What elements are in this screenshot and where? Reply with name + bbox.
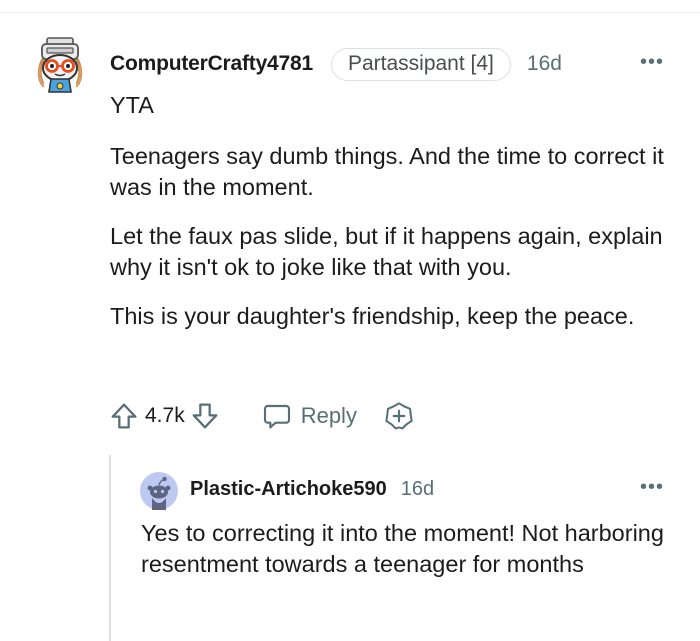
- user-flair: Partassipant [4]: [330, 47, 511, 81]
- comment-actions: 4.7k Reply: [108, 398, 415, 434]
- comment-paragraph: YTA: [110, 92, 154, 118]
- comment-paragraph: Teenagers say dumb things. And the time …: [110, 143, 664, 200]
- downvote-icon[interactable]: [189, 400, 221, 432]
- vote-score: 4.7k: [145, 404, 185, 427]
- reply-more-options-icon[interactable]: •••: [640, 476, 664, 499]
- reply-age[interactable]: 16d: [401, 478, 434, 501]
- upvote-icon[interactable]: [108, 400, 140, 432]
- reply-meta: Plastic-Artichoke590 16d: [190, 478, 434, 501]
- reply-label: Reply: [300, 403, 357, 428]
- comment-paragraph: This is your daughter's friendship, keep…: [110, 303, 635, 329]
- user-avatar[interactable]: [34, 36, 86, 94]
- reply-avatar[interactable]: [140, 472, 178, 510]
- reply-body: Yes to correcting it into the moment! No…: [141, 520, 664, 577]
- comment-age[interactable]: 16d: [527, 52, 562, 76]
- reply-bubble-icon: [261, 400, 293, 432]
- comment-meta: ComputerCrafty4781 Partassipant [4] 16d: [110, 47, 562, 81]
- top-divider: [0, 12, 700, 13]
- reply-button[interactable]: Reply: [261, 400, 357, 432]
- username[interactable]: ComputerCrafty4781: [110, 52, 313, 76]
- comment-body: YTA Teenagers say dumb things. And the t…: [110, 90, 680, 350]
- thread-line[interactable]: [109, 455, 111, 641]
- award-plus-icon[interactable]: [383, 400, 415, 432]
- more-options-icon[interactable]: •••: [640, 51, 664, 74]
- comment-paragraph: Let the faux pas slide, but if it happen…: [110, 223, 663, 280]
- reply-username[interactable]: Plastic-Artichoke590: [190, 478, 387, 501]
